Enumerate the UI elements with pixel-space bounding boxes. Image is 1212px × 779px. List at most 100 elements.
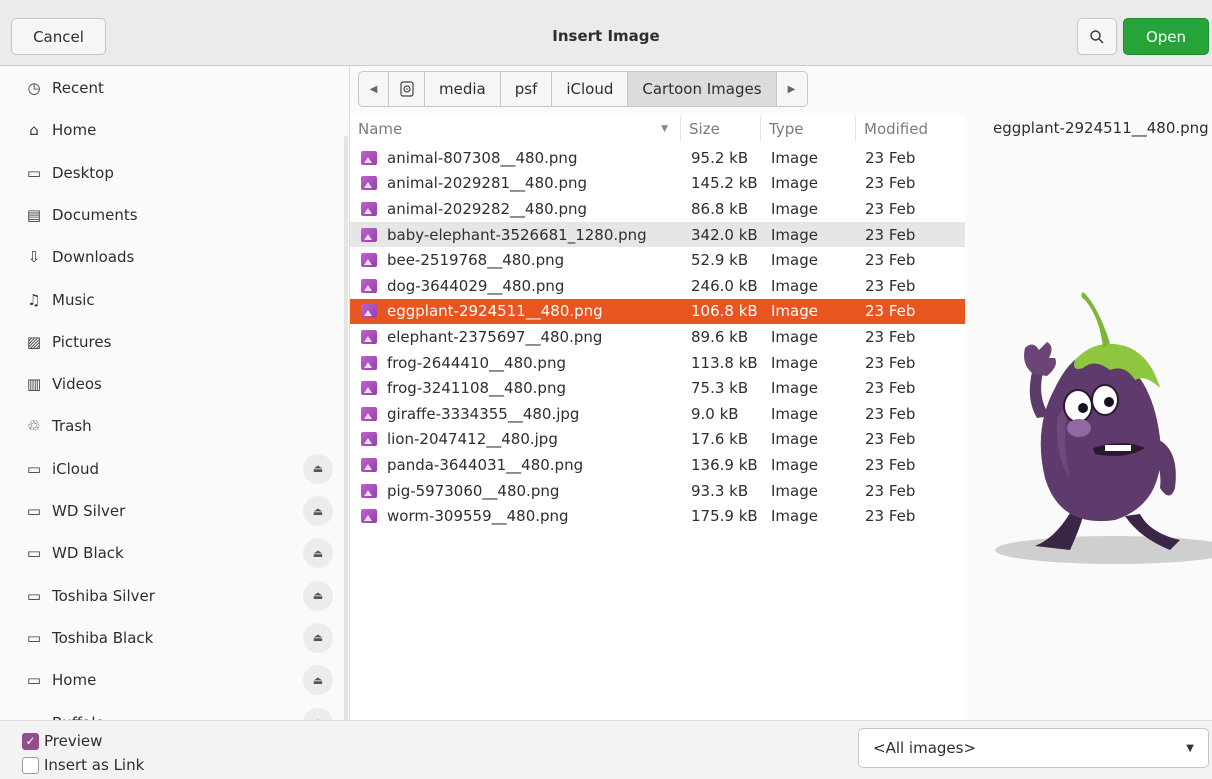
eject-button[interactable]: ⏏ <box>303 453 333 484</box>
eject-button[interactable]: ⏏ <box>303 665 333 696</box>
file-row[interactable]: animal-2029281__480.png 145.2 kB Image 23 F… <box>350 171 965 197</box>
cancel-button[interactable]: Cancel <box>11 18 106 55</box>
file-modified: 23 Feb <box>865 481 916 500</box>
sidebar-item-label: WD Black <box>52 544 124 563</box>
insert-link-checkbox-row[interactable]: Insert as Link <box>22 755 144 775</box>
open-button[interactable]: Open <box>1123 18 1209 55</box>
home-icon: ⌂ <box>29 121 39 140</box>
file-modified: 23 Feb <box>865 199 916 218</box>
file-modified: 23 Feb <box>865 174 916 193</box>
eject-button[interactable]: ⏏ <box>303 538 333 569</box>
sidebar-item-home[interactable]: ⌂ Home <box>0 110 348 150</box>
sort-descending-icon: ▼ <box>661 123 668 134</box>
search-icon <box>1090 29 1104 43</box>
file-size: 106.8 kB <box>691 302 758 321</box>
drive-icon: ▭ <box>26 671 42 690</box>
path-crumb-media[interactable]: media <box>425 72 501 106</box>
file-row[interactable]: eggplant-2924511__480.png 106.8 kB Image 23… <box>350 298 965 325</box>
column-header-name[interactable]: Name ▼ <box>350 115 681 142</box>
file-row[interactable]: animal-807308__480.png 95.2 kB Image 23 Feb <box>350 145 965 171</box>
sidebar-item-recent[interactable]: ◷ Recent <box>0 68 348 108</box>
eject-icon: ⏏ <box>312 546 324 560</box>
header-bar: Cancel Insert Image Open <box>0 0 1212 66</box>
sidebar-item-downloads[interactable]: ⇩ Downloads <box>0 237 348 277</box>
file-size: 89.6 kB <box>691 327 749 346</box>
file-type: Image <box>771 199 818 218</box>
file-name: eggplant-2924511__480.png <box>387 302 603 321</box>
eject-button[interactable]: ⏏ <box>303 496 333 526</box>
preview-checkbox-row[interactable]: ✓ Preview <box>22 731 102 751</box>
insert-link-checkbox[interactable] <box>22 756 39 774</box>
picture-icon: ▨ <box>26 332 42 351</box>
path-forward-button[interactable]: ▶ <box>777 72 807 106</box>
column-header-modified[interactable]: Modified <box>856 115 965 142</box>
sidebar-item-label: Home <box>52 671 97 690</box>
file-row[interactable]: frog-2644410__480.png 113.8 kB Image 23 Feb <box>350 350 965 376</box>
sidebar-item-label: Toshiba Silver <box>52 586 155 605</box>
image-file-icon <box>361 304 377 319</box>
file-row[interactable]: worm-309559__480.png 175.9 kB Image 23 Feb <box>350 503 965 529</box>
image-file-icon <box>361 329 377 344</box>
file-row[interactable]: lion-2047412__480.jpg 17.6 kB Image 23 Feb <box>350 427 965 453</box>
disk-icon <box>399 81 414 97</box>
column-header-size[interactable]: Size <box>681 115 761 142</box>
file-modified: 23 Feb <box>865 507 916 526</box>
file-type: Image <box>771 302 818 321</box>
sidebar-item-wd-black[interactable]: ▭ WD Black ⏏ <box>0 533 348 573</box>
path-back-button[interactable]: ◀ <box>359 72 389 106</box>
file-row[interactable]: animal-2029282__480.png 86.8 kB Image 23 Fe… <box>350 196 965 222</box>
column-modified-label: Modified <box>864 119 929 138</box>
file-type-filter-select[interactable]: <All images> ▼ <box>858 728 1209 768</box>
file-row[interactable]: bee-2519768__480.png 52.9 kB Image 23 Feb <box>350 247 965 273</box>
drive-icon: ▭ <box>26 459 42 478</box>
eject-button[interactable]: ⏏ <box>303 707 333 720</box>
sidebar-item-toshiba-black[interactable]: ▭ Toshiba Black ⏏ <box>0 618 348 658</box>
preview-checkbox-label: Preview <box>44 732 103 750</box>
sidebar-item-trash[interactable]: ♲ Trash <box>0 406 348 446</box>
path-crumb-icloud[interactable]: iCloud <box>552 72 629 106</box>
search-button[interactable] <box>1077 18 1117 55</box>
filter-selected-value: <All images> <box>873 739 977 757</box>
file-modified: 23 Feb <box>865 251 916 270</box>
file-row[interactable]: giraffe-3334355__480.jpg 9.0 kB Image 23 Fe… <box>350 401 965 427</box>
path-crumb-psf[interactable]: psf <box>501 72 553 106</box>
file-row[interactable]: pig-5973060__480.png 93.3 kB Image 23 Feb <box>350 478 965 504</box>
image-file-icon <box>361 432 377 447</box>
sidebar-item-icloud[interactable]: ▭ iCloud ⏏ <box>0 449 348 489</box>
file-name: panda-3644031__480.png <box>387 455 584 474</box>
eject-button[interactable]: ⏏ <box>303 580 333 611</box>
sidebar-item-music[interactable]: ♫ Music <box>0 280 348 320</box>
sidebar-item-wd-silver[interactable]: ▭ WD Silver ⏏ <box>0 491 348 531</box>
sidebar-item-buffalo[interactable]: ▭Buffalo⏏ <box>0 703 348 721</box>
eject-button[interactable]: ⏏ <box>303 622 333 653</box>
path-root-button[interactable] <box>389 72 425 106</box>
dialog-title: Insert Image <box>552 27 660 45</box>
sidebar-item-label: Trash <box>52 417 92 436</box>
file-row[interactable]: dog-3644029__480.png 246.0 kB Image 23 Feb <box>350 273 965 299</box>
file-name: frog-3241108__480.png <box>387 379 566 398</box>
file-name: bee-2519768__480.png <box>387 251 565 270</box>
preview-checkbox[interactable]: ✓ <box>22 732 39 750</box>
sidebar-item-documents[interactable]: ▤ Documents <box>0 195 348 235</box>
sidebar-item-videos[interactable]: ▥ Videos <box>0 364 348 404</box>
file-modified: 23 Feb <box>865 148 916 167</box>
sidebar-item-label: Desktop <box>52 163 114 182</box>
file-size: 75.3 kB <box>691 379 749 398</box>
column-header-type[interactable]: Type <box>761 115 856 142</box>
sidebar-item-toshiba-silver[interactable]: ▭ Toshiba Silver ⏏ <box>0 576 348 616</box>
file-row[interactable]: baby-elephant-3526681_1280.png 342.0 kB Im… <box>350 221 965 248</box>
sidebar-item-desktop[interactable]: ▭ Desktop <box>0 153 348 193</box>
file-row[interactable]: frog-3241108__480.png 75.3 kB Image 23 Feb <box>350 375 965 401</box>
file-row[interactable]: panda-3644031__480.png 136.9 kB Image 23 Fe… <box>350 452 965 478</box>
file-row[interactable]: elephant-2375697__480.png 89.6 kB Image 23 … <box>350 324 965 350</box>
sidebar-item-home[interactable]: ▭ Home ⏏ <box>0 660 348 700</box>
eggplant-preview-image <box>995 292 1212 564</box>
file-modified: 23 Feb <box>865 327 916 346</box>
column-size-label: Size <box>689 119 720 138</box>
file-modified: 23 Feb <box>865 353 916 372</box>
sidebar-item-pictures[interactable]: ▨ Pictures <box>0 322 348 362</box>
image-file-icon <box>361 150 377 165</box>
path-crumb-cartoon-images[interactable]: Cartoon Images <box>628 72 777 106</box>
file-name: elephant-2375697__480.png <box>387 327 603 346</box>
drive-icon: ▭ <box>24 713 44 721</box>
